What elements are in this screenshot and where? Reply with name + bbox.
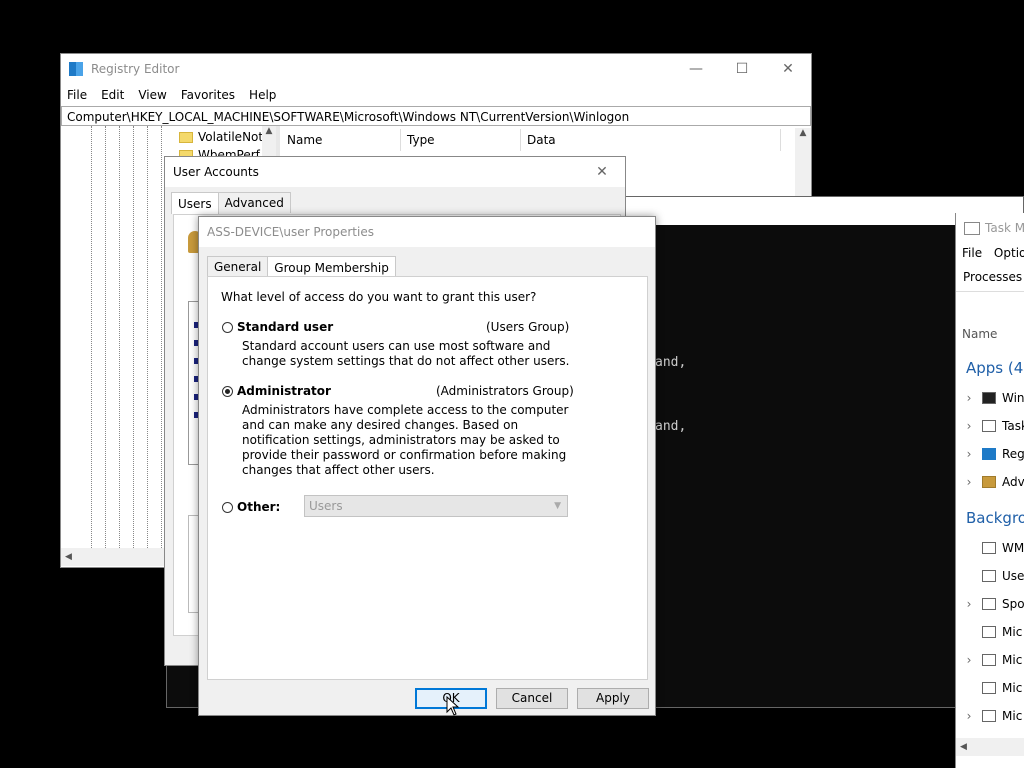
registry-icon [982, 448, 996, 460]
process-row[interactable]: › Adv [956, 470, 1024, 494]
cancel-button[interactable]: Cancel [496, 688, 568, 709]
apply-button[interactable]: Apply [577, 688, 649, 709]
task-manager-icon [964, 221, 980, 235]
window-icon [982, 710, 996, 722]
chevron-right-icon[interactable]: › [956, 475, 982, 489]
scroll-up-icon[interactable]: ▲ [795, 128, 811, 138]
menu-file[interactable]: File [67, 88, 87, 102]
scroll-up-icon[interactable]: ▲ [262, 126, 276, 136]
task-manager-hscrollbar[interactable]: ◀ [956, 738, 1024, 756]
process-row[interactable]: ›Task [956, 414, 1024, 438]
service-icon [982, 542, 996, 554]
printer-icon [982, 598, 996, 610]
close-button[interactable]: ✕ [579, 157, 625, 187]
standard-user-label[interactable]: Standard user [237, 320, 333, 334]
menu-options[interactable]: Optio [994, 246, 1024, 260]
process-row[interactable]: Use [956, 564, 1024, 588]
other-group-value: Users [309, 499, 343, 513]
close-button[interactable]: ✕ [765, 54, 811, 84]
access-question: What level of access do you want to gran… [221, 290, 537, 304]
task-manager-window: Task Ma File Optio Processes Name Apps (… [955, 213, 1024, 768]
properties-tabs: General Group Membership [201, 251, 396, 278]
mouse-cursor-icon [446, 696, 460, 716]
background-section-header: Backgro [966, 509, 1024, 527]
address-bar[interactable]: Computer\HKEY_LOCAL_MACHINE\SOFTWARE\Mic… [61, 106, 811, 126]
menu-favorites[interactable]: Favorites [181, 88, 235, 102]
terminal-icon [982, 392, 996, 404]
process-row[interactable]: › Win [956, 386, 1024, 410]
regedit-title: Registry Editor [91, 62, 180, 76]
values-list-header: Name Type Data [281, 129, 781, 151]
chevron-right-icon[interactable]: › [956, 447, 982, 461]
standard-user-radio[interactable] [222, 322, 233, 333]
chevron-right-icon[interactable]: › [956, 653, 982, 667]
chevron-right-icon[interactable]: › [956, 391, 982, 405]
process-row[interactable]: WM [956, 536, 1024, 560]
standard-user-group: (Users Group) [486, 320, 570, 334]
tab-advanced[interactable]: Advanced [217, 192, 291, 213]
task-manager-icon [982, 420, 996, 432]
tab-processes[interactable]: Processes [963, 270, 1022, 284]
chevron-right-icon[interactable]: › [956, 709, 982, 723]
process-row[interactable]: Mic [956, 676, 1022, 700]
user-accounts-title: User Accounts [173, 165, 259, 179]
process-row[interactable]: › Mic [956, 648, 1023, 672]
user-properties-dialog: ASS-DEVICE\user Properties General Group… [198, 216, 656, 716]
user-accounts-tabs: Users Advanced [165, 187, 625, 214]
chevron-right-icon[interactable]: › [956, 597, 982, 611]
scroll-left-icon[interactable]: ◀ [956, 742, 967, 752]
chevron-down-icon: ▼ [554, 501, 561, 511]
apps-section-header: Apps (4) [966, 359, 1024, 377]
process-row[interactable]: › Spo [956, 592, 1024, 616]
group-membership-panel: What level of access do you want to gran… [207, 276, 648, 680]
standard-user-description: Standard account users can use most soft… [242, 339, 570, 368]
administrator-group: (Administrators Group) [436, 384, 574, 398]
user-icon [982, 682, 996, 694]
users-icon [982, 476, 996, 488]
user-icon [982, 654, 996, 666]
process-row[interactable]: › Reg [956, 442, 1024, 466]
column-type[interactable]: Type [401, 129, 521, 151]
properties-title: ASS-DEVICE\user Properties [207, 225, 374, 239]
minimize-button[interactable]: — [673, 54, 719, 84]
task-manager-title: Task Ma [985, 221, 1024, 235]
regedit-menubar: File Edit View Favorites Help [61, 84, 811, 106]
menu-file[interactable]: File [962, 246, 982, 260]
other-group-select: Users ▼ [304, 495, 568, 517]
terminal-text: and, [655, 355, 687, 370]
column-name[interactable]: Name [281, 129, 401, 151]
process-row[interactable]: Mic [956, 620, 1022, 644]
tab-group-membership[interactable]: Group Membership [267, 256, 396, 278]
process-row[interactable]: › Mic [956, 704, 1023, 728]
administrator-label[interactable]: Administrator [237, 384, 331, 398]
menu-view[interactable]: View [138, 88, 166, 102]
folder-icon [179, 131, 193, 143]
regedit-titlebar[interactable]: Registry Editor — ☐ ✕ [61, 54, 811, 84]
maximize-button[interactable]: ☐ [719, 54, 765, 84]
window-icon [982, 570, 996, 582]
task-manager-menubar: File Optio [962, 246, 1024, 260]
administrator-description: Administrators have complete access to t… [242, 403, 569, 477]
column-data[interactable]: Data [521, 129, 781, 151]
user-icon [982, 626, 996, 638]
task-manager-titlebar[interactable]: Task Ma [956, 213, 1024, 243]
properties-titlebar[interactable]: ASS-DEVICE\user Properties [199, 217, 655, 247]
terminal-text: and, [655, 419, 687, 434]
administrator-radio[interactable] [222, 386, 233, 397]
tab-general[interactable]: General [207, 256, 269, 277]
tab-users[interactable]: Users [171, 192, 219, 214]
chevron-right-icon[interactable]: › [956, 419, 982, 433]
menu-edit[interactable]: Edit [101, 88, 124, 102]
other-label[interactable]: Other: [237, 500, 280, 514]
regedit-app-icon [69, 62, 83, 76]
menu-help[interactable]: Help [249, 88, 276, 102]
other-radio[interactable] [222, 502, 233, 513]
tree-item[interactable]: VolatileNot [179, 128, 263, 146]
user-accounts-titlebar[interactable]: User Accounts ✕ [165, 157, 625, 187]
column-name[interactable]: Name [962, 327, 997, 341]
task-manager-tabs: Processes [956, 265, 1024, 292]
